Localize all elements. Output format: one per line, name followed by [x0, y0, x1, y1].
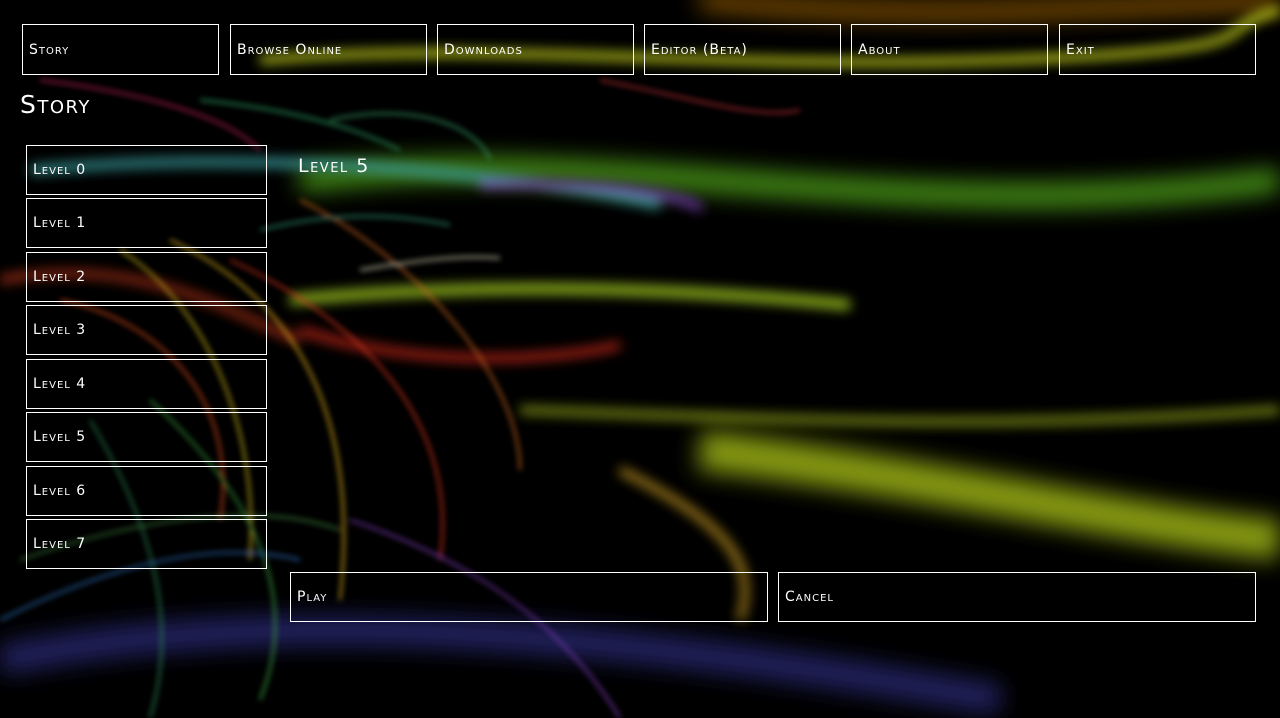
page-title: Story: [20, 90, 91, 119]
nav-about-button[interactable]: About: [851, 24, 1048, 75]
nav-downloads-button[interactable]: Downloads: [437, 24, 634, 75]
level-list-item-0[interactable]: Level 0: [26, 145, 267, 195]
nav-browse-online-button[interactable]: Browse Online: [230, 24, 427, 75]
level-list-item-3[interactable]: Level 3: [26, 305, 267, 355]
selected-level-title: Level 5: [298, 155, 370, 177]
level-list-item-2[interactable]: Level 2: [26, 252, 267, 302]
cancel-button[interactable]: Cancel: [778, 572, 1256, 622]
nav-story-button[interactable]: Story: [22, 24, 219, 75]
level-list-item-7[interactable]: Level 7: [26, 519, 267, 569]
level-list-item-1[interactable]: Level 1: [26, 198, 267, 248]
level-list-item-4[interactable]: Level 4: [26, 359, 267, 409]
play-button[interactable]: Play: [290, 572, 768, 622]
level-list-item-6[interactable]: Level 6: [26, 466, 267, 516]
nav-exit-button[interactable]: Exit: [1059, 24, 1256, 75]
nav-editor-button[interactable]: Editor (Beta): [644, 24, 841, 75]
level-list-item-5[interactable]: Level 5: [26, 412, 267, 462]
